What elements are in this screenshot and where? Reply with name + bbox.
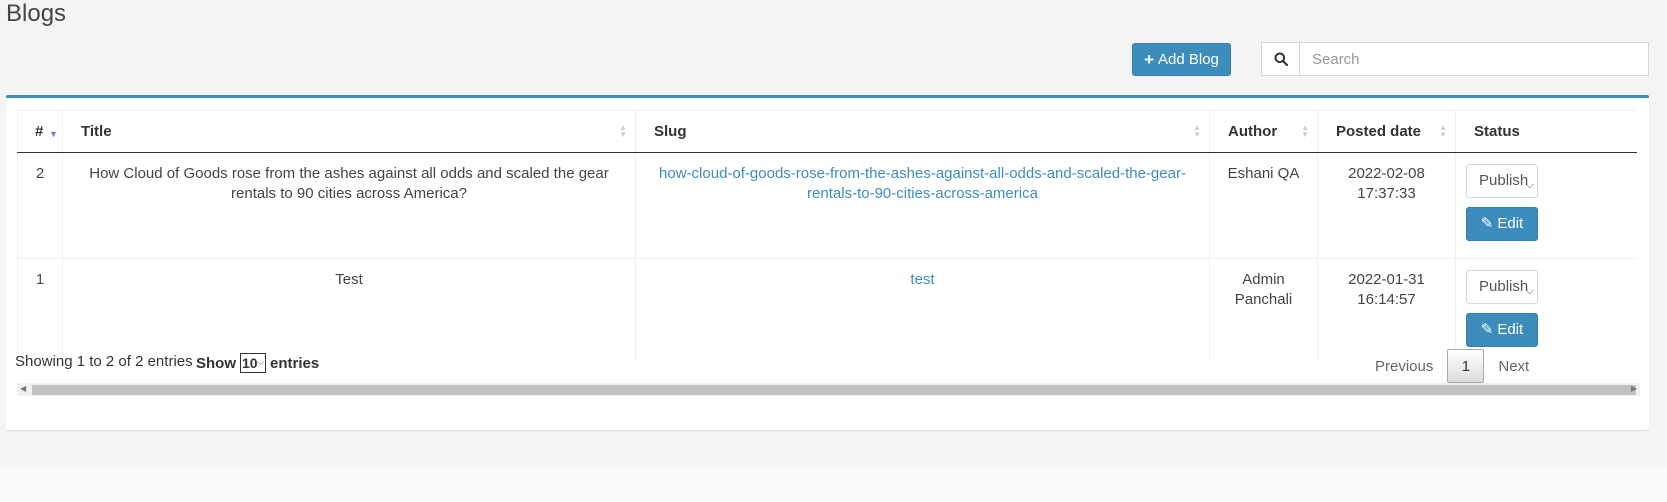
blogs-box: # ▼ Title ▲ ▼ Slug ▲ ▼ Author ▲ ▼ Posted… bbox=[6, 95, 1649, 430]
page-length-select[interactable]: 10 ⌵ bbox=[240, 353, 266, 373]
horizontal-scrollbar[interactable]: ◀ ▶ bbox=[17, 383, 1640, 396]
column-header-number[interactable]: # ▼ bbox=[17, 110, 63, 153]
status-select[interactable]: Publish ⌵ bbox=[1466, 164, 1538, 198]
add-blog-button[interactable]: + Add Blog bbox=[1132, 43, 1231, 76]
page-1-button[interactable]: 1 bbox=[1447, 349, 1485, 383]
sort-icon: ▲ ▼ bbox=[1439, 123, 1447, 139]
posted-date: 2022-01-31 bbox=[1348, 271, 1425, 288]
entries-label: entries bbox=[270, 354, 320, 372]
slug-link[interactable]: how-cloud-of-goods-rose-from-the-ashes-a… bbox=[659, 165, 1186, 202]
row-slug: how-cloud-of-goods-rose-from-the-ashes-a… bbox=[635, 152, 1210, 259]
status-select[interactable]: Publish ⌵ bbox=[1466, 270, 1538, 304]
row-posted-date: 2022-02-08 17:37:33 bbox=[1317, 152, 1456, 259]
page-title: Blogs bbox=[6, 0, 67, 27]
table-wrapper: # ▼ Title ▲ ▼ Slug ▲ ▼ Author ▲ ▼ Posted… bbox=[17, 110, 1637, 362]
table-info: Showing 1 to 2 of 2 entries bbox=[15, 353, 193, 370]
edit-button[interactable]: ✎ Edit bbox=[1466, 207, 1538, 241]
sort-icon: ▲ ▼ bbox=[1193, 123, 1201, 139]
sort-icon: ▲ ▼ bbox=[619, 123, 627, 139]
scroll-right-icon[interactable]: ▶ bbox=[1631, 384, 1637, 393]
row-status: Publish ⌵ ✎ Edit bbox=[1455, 152, 1637, 259]
row-author: Eshani QA bbox=[1209, 152, 1318, 259]
row-number: 2 bbox=[17, 152, 63, 259]
search-input[interactable] bbox=[1299, 42, 1649, 76]
pagination: Previous 1 Next bbox=[1365, 349, 1539, 383]
scroll-left-icon[interactable]: ◀ bbox=[20, 384, 26, 393]
plus-icon: + bbox=[1144, 50, 1155, 69]
row-status: Publish ⌵ ✎ Edit bbox=[1455, 258, 1637, 362]
next-button[interactable]: Next bbox=[1488, 358, 1539, 375]
footer-band bbox=[0, 465, 1667, 502]
show-label: Show bbox=[196, 354, 236, 372]
slug-link[interactable]: test bbox=[910, 271, 934, 288]
column-header-status: Status bbox=[1455, 110, 1637, 153]
edit-icon: ✎ bbox=[1480, 321, 1494, 338]
posted-time: 16:14:57 bbox=[1357, 291, 1416, 308]
search-icon[interactable] bbox=[1261, 42, 1299, 76]
add-blog-label: Add Blog bbox=[1158, 51, 1219, 68]
posted-date: 2022-02-08 bbox=[1348, 165, 1425, 182]
sort-icon: ▲ ▼ bbox=[1301, 123, 1309, 139]
row-number: 1 bbox=[17, 258, 63, 362]
blogs-table: # ▼ Title ▲ ▼ Slug ▲ ▼ Author ▲ ▼ Posted… bbox=[17, 110, 1637, 362]
row-posted-date: 2022-01-31 16:14:57 bbox=[1317, 258, 1456, 362]
row-author: Admin Panchali bbox=[1209, 258, 1318, 362]
row-slug: test bbox=[635, 258, 1210, 362]
edit-icon: ✎ bbox=[1480, 215, 1494, 232]
page-length-control: Show 10 ⌵ entries bbox=[196, 353, 319, 373]
table-header-row: # ▼ Title ▲ ▼ Slug ▲ ▼ Author ▲ ▼ Posted… bbox=[17, 110, 1637, 153]
posted-time: 17:37:33 bbox=[1357, 185, 1416, 202]
sort-desc-icon: ▼ bbox=[49, 129, 58, 139]
previous-button[interactable]: Previous bbox=[1365, 358, 1443, 375]
row-title: How Cloud of Goods rose from the ashes a… bbox=[62, 152, 636, 259]
scrollbar-thumb[interactable] bbox=[32, 385, 1636, 395]
column-header-title[interactable]: Title ▲ ▼ bbox=[62, 110, 636, 153]
table-row: 2 How Cloud of Goods rose from the ashes… bbox=[17, 152, 1637, 259]
column-header-author[interactable]: Author ▲ ▼ bbox=[1209, 110, 1318, 153]
column-header-slug[interactable]: Slug ▲ ▼ bbox=[635, 110, 1210, 153]
chevron-down-icon: ⌵ bbox=[257, 357, 264, 367]
edit-button[interactable]: ✎ Edit bbox=[1466, 313, 1538, 347]
search-group bbox=[1261, 42, 1649, 76]
row-title: Test bbox=[62, 258, 636, 362]
column-header-posted-date[interactable]: Posted date ▲ ▼ bbox=[1317, 110, 1456, 153]
table-row: 1 Test test Admin Panchali 2022-01-31 16… bbox=[17, 258, 1637, 362]
chevron-down-icon: ⌵ bbox=[1525, 179, 1534, 191]
chevron-down-icon: ⌵ bbox=[1525, 285, 1534, 297]
